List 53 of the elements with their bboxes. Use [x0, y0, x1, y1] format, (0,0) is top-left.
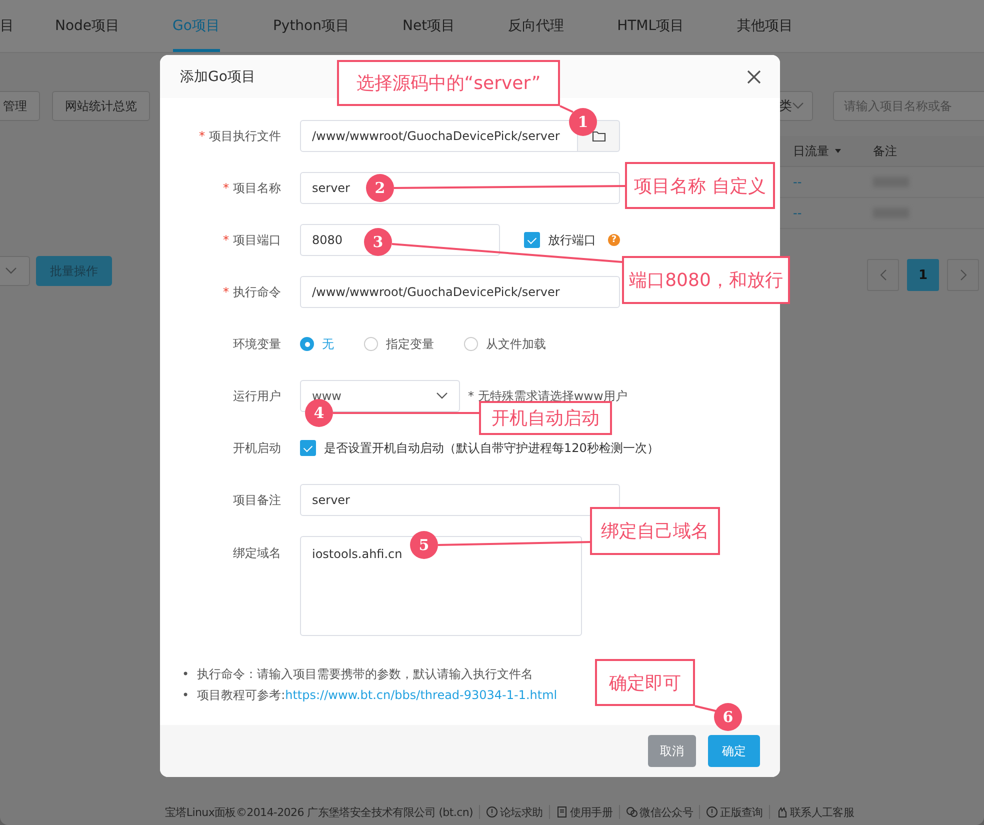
text-field[interactable]: /www/wwwroot/GuochaDevicePick/server: [300, 276, 620, 308]
field-label: 开机启动: [232, 440, 281, 456]
footer-link[interactable]: 使用手册: [556, 804, 613, 820]
category-select[interactable]: 类: [778, 91, 813, 121]
callout-box: 确定即可: [595, 659, 695, 706]
confirm-button[interactable]: 确定: [708, 735, 760, 767]
checkbox-label: 放行端口: [548, 232, 596, 248]
radio-label: 从文件加载: [486, 336, 546, 352]
field-label: * 执行命令: [222, 284, 281, 300]
footer-link[interactable]: 微信公众号: [626, 804, 694, 820]
callout-box: 开机自动启动: [479, 401, 612, 435]
callout-box: 选择源码中的“server”: [337, 60, 560, 106]
field-label: 绑定域名: [232, 545, 281, 562]
file-path-field[interactable]: /www/wwwroot/GuochaDevicePick/server: [300, 120, 578, 152]
help-icon[interactable]: ?: [608, 234, 620, 246]
text-field[interactable]: server: [300, 484, 620, 516]
tab[interactable]: 反向代理: [508, 0, 564, 52]
table-cell-text: --: [793, 175, 803, 189]
tab[interactable]: 目: [0, 0, 14, 52]
tab[interactable]: HTML项目: [617, 0, 684, 52]
callout-box: 端口8080，和放行: [622, 256, 790, 304]
footer-link[interactable]: 正版查询: [706, 804, 763, 820]
tab[interactable]: Python项目: [272, 0, 350, 52]
field-label: 环境变量: [232, 336, 281, 352]
callout-box: 绑定自己域名: [590, 507, 720, 555]
column-header: 备注: [873, 142, 897, 160]
tutorial-link[interactable]: https://www.bt.cn/bbs/thread-93034-1-1.html: [285, 688, 558, 702]
field-label: * 项目名称: [222, 180, 281, 196]
column-header[interactable]: 日流量: [793, 142, 829, 160]
bullet: •: [182, 666, 190, 682]
note-text: 项目教程可参考:https://www.bt.cn/bbs/thread-93034-1-1.html: [197, 687, 558, 703]
toolbar-button[interactable]: 网站统计总览: [52, 91, 150, 121]
tab[interactable]: Net项目: [402, 0, 456, 52]
toolbar-button[interactable]: 管理: [0, 91, 40, 121]
table-cell-text: --: [793, 206, 803, 220]
field-label: 运行用户: [232, 388, 281, 404]
dialog-title: 添加Go项目: [180, 68, 256, 86]
checkbox-label: 是否设置开机自动启动（默认自带守护进程每120秒检测一次）: [324, 440, 659, 456]
tab[interactable]: 其他项目: [737, 0, 794, 52]
note-text: 执行命令：请输入项目需要携带的参数，默认请输入执行文件名: [197, 666, 534, 682]
cancel-button[interactable]: 取消: [648, 735, 696, 767]
field-label: * 项目执行文件: [198, 128, 281, 144]
radio-label: 无: [322, 336, 334, 352]
footer-link[interactable]: 联系人工客服: [776, 804, 854, 820]
page-button[interactable]: 1: [907, 259, 939, 291]
field-label: 项目备注: [232, 492, 281, 508]
bullet: •: [182, 687, 190, 703]
callout-box: 项目名称 自定义: [625, 162, 775, 209]
field-label: * 项目端口: [222, 232, 281, 248]
footer-link[interactable]: 论坛求助: [486, 804, 543, 820]
copyright-text: 宝塔Linux面板©2014-2026 广东堡塔安全技术有限公司 (bt.cn): [165, 804, 473, 820]
tab[interactable]: Node项目: [55, 0, 120, 52]
radio-label: 指定变量: [386, 336, 434, 352]
